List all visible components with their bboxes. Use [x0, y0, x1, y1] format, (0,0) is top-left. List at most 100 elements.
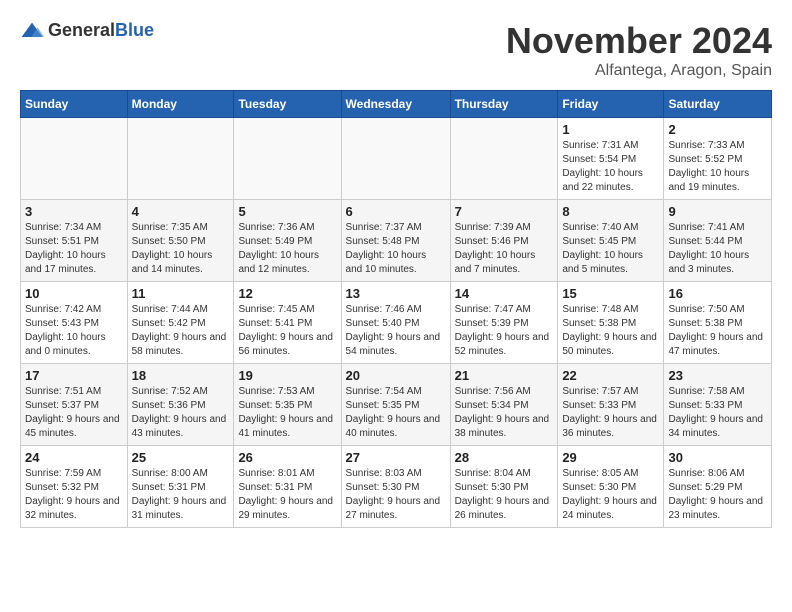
day-number: 20: [346, 368, 446, 383]
calendar-day-cell: 6 Sunrise: 7:37 AMSunset: 5:48 PMDaylight…: [341, 200, 450, 282]
day-info: Sunrise: 7:46 AMSunset: 5:40 PMDaylight:…: [346, 303, 446, 359]
logo: GeneralBlue: [20, 20, 154, 41]
logo-icon: [20, 21, 44, 41]
calendar-day-cell: 21 Sunrise: 7:56 AMSunset: 5:34 PMDayligh…: [450, 364, 558, 446]
day-number: 4: [132, 204, 230, 219]
weekday-header-wednesday: Wednesday: [341, 91, 450, 118]
calendar-week-row: 24Sunrise: 7:59 AMSunset: 5:32 PMDayligh…: [21, 446, 772, 528]
day-info: Sunrise: 7:39 AMSunset: 5:46 PMDaylight:…: [455, 221, 554, 277]
location-subtitle: Alfantega, Aragon, Spain: [506, 62, 772, 80]
calendar-week-row: 3Sunrise: 7:34 AMSunset: 5:51 PMDaylight…: [21, 200, 772, 282]
calendar-day-cell: 3Sunrise: 7:34 AMSunset: 5:51 PMDaylight…: [21, 200, 128, 282]
calendar-day-cell: 12Sunrise: 7:45 AMSunset: 5:41 PMDayligh…: [234, 282, 341, 364]
calendar-day-cell: [450, 118, 558, 200]
calendar-table: SundayMondayTuesdayWednesdayThursdayFrid…: [20, 90, 772, 528]
day-info: Sunrise: 7:40 AMSunset: 5:45 PMDaylight:…: [562, 221, 659, 277]
day-number: 23: [668, 368, 767, 383]
calendar-day-cell: 9 Sunrise: 7:41 AMSunset: 5:44 PMDaylight…: [664, 200, 772, 282]
calendar-day-cell: 4 Sunrise: 7:35 AMSunset: 5:50 PMDaylight…: [127, 200, 234, 282]
calendar-day-cell: 10Sunrise: 7:42 AMSunset: 5:43 PMDayligh…: [21, 282, 128, 364]
day-info: Sunrise: 7:52 AMSunset: 5:36 PMDaylight:…: [132, 385, 230, 441]
weekday-header-row: SundayMondayTuesdayWednesdayThursdayFrid…: [21, 91, 772, 118]
calendar-day-cell: 16 Sunrise: 7:50 AMSunset: 5:38 PMDayligh…: [664, 282, 772, 364]
day-number: 5: [238, 204, 336, 219]
day-info: Sunrise: 7:53 AMSunset: 5:35 PMDaylight:…: [238, 385, 336, 441]
weekday-header-saturday: Saturday: [664, 91, 772, 118]
calendar-day-cell: 25Sunrise: 8:00 AMSunset: 5:31 PMDayligh…: [127, 446, 234, 528]
calendar-day-cell: 19Sunrise: 7:53 AMSunset: 5:35 PMDayligh…: [234, 364, 341, 446]
calendar-day-cell: 24Sunrise: 7:59 AMSunset: 5:32 PMDayligh…: [21, 446, 128, 528]
calendar-day-cell: [341, 118, 450, 200]
day-number: 13: [346, 286, 446, 301]
day-number: 7: [455, 204, 554, 219]
day-info: Sunrise: 7:58 AMSunset: 5:33 PMDaylight:…: [668, 385, 767, 441]
month-title: November 2024: [506, 20, 772, 62]
calendar-day-cell: 28 Sunrise: 8:04 AMSunset: 5:30 PMDayligh…: [450, 446, 558, 528]
title-area: November 2024 Alfantega, Aragon, Spain: [506, 20, 772, 80]
day-number: 30: [668, 450, 767, 465]
day-info: Sunrise: 7:34 AMSunset: 5:51 PMDaylight:…: [25, 221, 123, 277]
calendar-day-cell: 13 Sunrise: 7:46 AMSunset: 5:40 PMDayligh…: [341, 282, 450, 364]
day-info: Sunrise: 8:01 AMSunset: 5:31 PMDaylight:…: [238, 467, 336, 523]
day-info: Sunrise: 7:33 AMSunset: 5:52 PMDaylight:…: [668, 139, 767, 195]
day-info: Sunrise: 7:51 AMSunset: 5:37 PMDaylight:…: [25, 385, 123, 441]
weekday-header-thursday: Thursday: [450, 91, 558, 118]
day-number: 11: [132, 286, 230, 301]
calendar-day-cell: 14Sunrise: 7:47 AMSunset: 5:39 PMDayligh…: [450, 282, 558, 364]
day-number: 15: [562, 286, 659, 301]
weekday-header-friday: Friday: [558, 91, 664, 118]
calendar-day-cell: 7 Sunrise: 7:39 AMSunset: 5:46 PMDaylight…: [450, 200, 558, 282]
calendar-day-cell: 20 Sunrise: 7:54 AMSunset: 5:35 PMDayligh…: [341, 364, 450, 446]
calendar-day-cell: 30 Sunrise: 8:06 AMSunset: 5:29 PMDayligh…: [664, 446, 772, 528]
day-number: 28: [455, 450, 554, 465]
day-number: 18: [132, 368, 230, 383]
calendar-week-row: 17 Sunrise: 7:51 AMSunset: 5:37 PMDayligh…: [21, 364, 772, 446]
day-info: Sunrise: 7:50 AMSunset: 5:38 PMDaylight:…: [668, 303, 767, 359]
day-info: Sunrise: 8:05 AMSunset: 5:30 PMDaylight:…: [562, 467, 659, 523]
day-info: Sunrise: 7:44 AMSunset: 5:42 PMDaylight:…: [132, 303, 230, 359]
calendar-day-cell: 17 Sunrise: 7:51 AMSunset: 5:37 PMDayligh…: [21, 364, 128, 446]
day-number: 22: [562, 368, 659, 383]
calendar-day-cell: 27 Sunrise: 8:03 AMSunset: 5:30 PMDayligh…: [341, 446, 450, 528]
day-number: 21: [455, 368, 554, 383]
day-info: Sunrise: 7:41 AMSunset: 5:44 PMDaylight:…: [668, 221, 767, 277]
day-info: Sunrise: 7:56 AMSunset: 5:34 PMDaylight:…: [455, 385, 554, 441]
calendar-week-row: 10Sunrise: 7:42 AMSunset: 5:43 PMDayligh…: [21, 282, 772, 364]
calendar-day-cell: 22 Sunrise: 7:57 AMSunset: 5:33 PMDayligh…: [558, 364, 664, 446]
day-number: 25: [132, 450, 230, 465]
calendar-day-cell: 5 Sunrise: 7:36 AMSunset: 5:49 PMDaylight…: [234, 200, 341, 282]
day-info: Sunrise: 8:06 AMSunset: 5:29 PMDaylight:…: [668, 467, 767, 523]
day-number: 26: [238, 450, 336, 465]
calendar-day-cell: 29 Sunrise: 8:05 AMSunset: 5:30 PMDayligh…: [558, 446, 664, 528]
day-number: 17: [25, 368, 123, 383]
day-number: 27: [346, 450, 446, 465]
day-info: Sunrise: 8:03 AMSunset: 5:30 PMDaylight:…: [346, 467, 446, 523]
day-info: Sunrise: 7:54 AMSunset: 5:35 PMDaylight:…: [346, 385, 446, 441]
calendar-day-cell: [127, 118, 234, 200]
calendar-day-cell: 8Sunrise: 7:40 AMSunset: 5:45 PMDaylight…: [558, 200, 664, 282]
day-info: Sunrise: 7:57 AMSunset: 5:33 PMDaylight:…: [562, 385, 659, 441]
day-info: Sunrise: 7:42 AMSunset: 5:43 PMDaylight:…: [25, 303, 123, 359]
calendar-day-cell: 15Sunrise: 7:48 AMSunset: 5:38 PMDayligh…: [558, 282, 664, 364]
day-number: 24: [25, 450, 123, 465]
calendar-week-row: 1 Sunrise: 7:31 AMSunset: 5:54 PMDaylight…: [21, 118, 772, 200]
day-number: 9: [668, 204, 767, 219]
day-number: 29: [562, 450, 659, 465]
day-info: Sunrise: 7:36 AMSunset: 5:49 PMDaylight:…: [238, 221, 336, 277]
day-number: 14: [455, 286, 554, 301]
day-info: Sunrise: 7:31 AMSunset: 5:54 PMDaylight:…: [562, 139, 659, 195]
calendar-day-cell: [21, 118, 128, 200]
day-number: 6: [346, 204, 446, 219]
day-info: Sunrise: 8:04 AMSunset: 5:30 PMDaylight:…: [455, 467, 554, 523]
weekday-header-sunday: Sunday: [21, 91, 128, 118]
day-info: Sunrise: 7:35 AMSunset: 5:50 PMDaylight:…: [132, 221, 230, 277]
day-number: 12: [238, 286, 336, 301]
page-header: GeneralBlue November 2024 Alfantega, Ara…: [20, 20, 772, 80]
day-number: 16: [668, 286, 767, 301]
logo-general: GeneralBlue: [48, 20, 154, 41]
day-number: 2: [668, 122, 767, 137]
day-number: 1: [562, 122, 659, 137]
day-info: Sunrise: 7:37 AMSunset: 5:48 PMDaylight:…: [346, 221, 446, 277]
calendar-day-cell: 2 Sunrise: 7:33 AMSunset: 5:52 PMDaylight…: [664, 118, 772, 200]
calendar-day-cell: 18 Sunrise: 7:52 AMSunset: 5:36 PMDayligh…: [127, 364, 234, 446]
